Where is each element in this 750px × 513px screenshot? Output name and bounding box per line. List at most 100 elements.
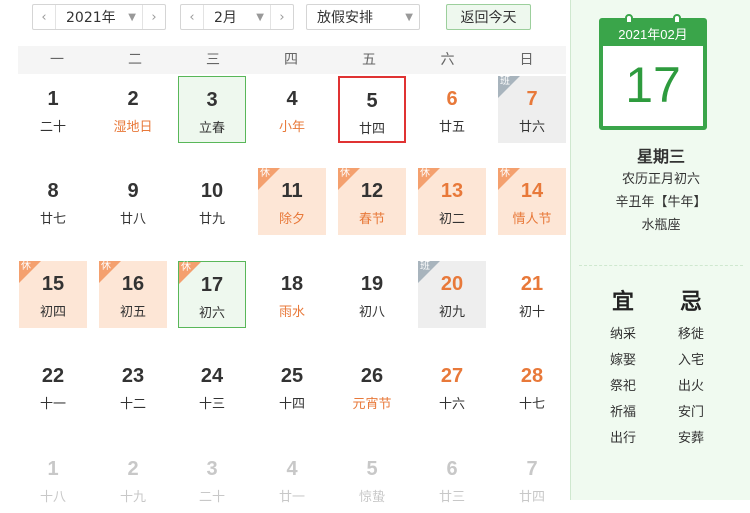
day-cell[interactable]: 休 17 初六 (178, 261, 246, 328)
weekday-label: 六 (440, 52, 455, 68)
holiday-value: 放假安排 (317, 10, 373, 26)
day-cell[interactable]: 9 廿八 (99, 168, 167, 235)
lunar-label: 立春 (198, 121, 225, 136)
lunar-label: 十三 (198, 397, 225, 412)
day-cell[interactable]: 18 雨水 (258, 261, 326, 328)
chevron-right-icon[interactable]: › (270, 5, 293, 29)
day-number: 12 (360, 180, 384, 202)
day-cell[interactable]: 10 廿九 (178, 168, 246, 235)
month-select[interactable]: ‹ 2月 ▼ › (180, 4, 294, 30)
day-cell[interactable]: 7 廿四 (498, 446, 566, 513)
day-number: 27 (440, 365, 464, 387)
lunar-label: 十二 (119, 397, 146, 412)
badge-label: 休 (420, 168, 430, 179)
yi-item: 出行 (609, 431, 636, 446)
ji-title: 忌 (679, 290, 702, 315)
lunar-label: 初十 (518, 305, 545, 320)
lunar-label: 廿五 (438, 120, 465, 135)
day-cell[interactable]: 21 初十 (498, 261, 566, 328)
toolbar: ‹ 2021年 ▼ › ‹ 2月 ▼ › 放假安排 ▼ 返回今天 (0, 0, 568, 44)
lunar-label: 雨水 (278, 305, 305, 320)
day-number: 8 (47, 180, 59, 202)
yi-item: 祭祀 (609, 379, 636, 394)
lunar-label: 除夕 (278, 212, 305, 227)
chevron-down-icon: ▼ (128, 11, 136, 23)
lunar-label: 初五 (119, 305, 146, 320)
day-cell[interactable]: 24 十三 (178, 353, 246, 420)
lunar-label: 廿八 (119, 212, 146, 227)
weekday-label: 四 (284, 52, 298, 68)
day-number: 22 (41, 365, 65, 387)
day-cell[interactable]: 休 14 情人节 (498, 168, 566, 235)
lunar-label: 廿九 (198, 212, 225, 227)
day-cell[interactable]: 27 十六 (418, 353, 486, 420)
holiday-dropdown[interactable]: 放假安排 ▼ (307, 7, 419, 27)
ji-item: 安门 (677, 405, 704, 420)
day-cell[interactable]: 23 十二 (99, 353, 167, 420)
day-number: 4 (286, 458, 298, 480)
day-cell[interactable]: 1 二十 (19, 76, 87, 143)
day-cell[interactable]: 5 惊蛰 (338, 446, 406, 513)
weekday-header: 一 二 三 四 五 六 日 (18, 46, 566, 74)
chevron-right-icon[interactable]: › (142, 5, 165, 29)
day-cell[interactable]: 休 12 春节 (338, 168, 406, 235)
day-number: 6 (446, 88, 458, 110)
day-cell[interactable]: 1 十八 (19, 446, 87, 513)
holiday-select[interactable]: 放假安排 ▼ (306, 4, 420, 30)
day-cell[interactable]: 2 十九 (99, 446, 167, 513)
day-cell[interactable]: 休 11 除夕 (258, 168, 326, 235)
day-number: 17 (200, 274, 224, 296)
day-number: 16 (121, 273, 145, 295)
day-number: 7 (526, 88, 538, 110)
chevron-left-icon[interactable]: ‹ (33, 5, 56, 29)
day-cell[interactable]: 22 十一 (19, 353, 87, 420)
chevron-left-icon[interactable]: ‹ (181, 5, 204, 29)
lunar-label: 十四 (278, 397, 305, 412)
day-cell[interactable]: 4 廿一 (258, 446, 326, 513)
year-dropdown[interactable]: 2021年 ▼ (56, 7, 142, 27)
day-number: 23 (121, 365, 145, 387)
day-cell[interactable]: 6 廿三 (418, 446, 486, 513)
badge-label: 休 (340, 168, 350, 179)
day-cell[interactable]: 3 二十 (178, 446, 246, 513)
day-cell[interactable]: 休 13 初二 (418, 168, 486, 235)
chevron-down-icon: ▼ (405, 11, 413, 23)
day-cell[interactable]: 4 小年 (258, 76, 326, 143)
panel-ganzhi-year: 辛丑年【牛年】 (615, 195, 707, 210)
day-number: 24 (200, 365, 224, 387)
day-cell[interactable]: 3 立春 (178, 76, 246, 143)
day-number: 21 (520, 273, 544, 295)
month-dropdown[interactable]: 2月 ▼ (204, 7, 270, 27)
day-cell[interactable]: 班 7 廿六 (498, 76, 566, 143)
day-number: 14 (520, 180, 544, 202)
day-number: 7 (526, 458, 538, 480)
day-cell[interactable]: 休 16 初五 (99, 261, 167, 328)
weekday-label: 二 (128, 52, 142, 68)
day-cell[interactable]: 25 十四 (258, 353, 326, 420)
panel-weekday: 星期三 (636, 147, 685, 166)
day-number: 10 (200, 180, 224, 202)
day-cell[interactable]: 5 廿四 (338, 76, 406, 143)
day-cell[interactable]: 6 廿五 (418, 76, 486, 143)
back-to-today-button[interactable]: 返回今天 (446, 4, 531, 30)
ji-item: 出火 (677, 379, 704, 394)
badge-label: 班 (500, 76, 510, 87)
day-cell[interactable]: 2 湿地日 (99, 76, 167, 143)
lunar-label: 二十 (39, 120, 66, 135)
day-cell[interactable]: 26 元宵节 (338, 353, 406, 420)
ji-item: 入宅 (677, 353, 704, 368)
day-cell[interactable]: 28 十七 (498, 353, 566, 420)
day-cell[interactable]: 班 20 初九 (418, 261, 486, 328)
day-cell[interactable]: 19 初八 (338, 261, 406, 328)
lunar-label: 初九 (438, 305, 465, 320)
weekday-label: 三 (206, 52, 220, 68)
yi-title: 宜 (611, 290, 634, 315)
day-cell[interactable]: 休 15 初四 (19, 261, 87, 328)
day-number: 3 (206, 89, 218, 111)
chevron-down-icon: ▼ (256, 11, 264, 23)
lunar-label: 湿地日 (113, 120, 153, 135)
day-cell[interactable]: 8 廿七 (19, 168, 87, 235)
month-value: 2月 (214, 10, 237, 26)
ji-column: 忌 移徙 入宅 出火 安门 安葬 (661, 284, 721, 452)
year-select[interactable]: ‹ 2021年 ▼ › (32, 4, 166, 30)
